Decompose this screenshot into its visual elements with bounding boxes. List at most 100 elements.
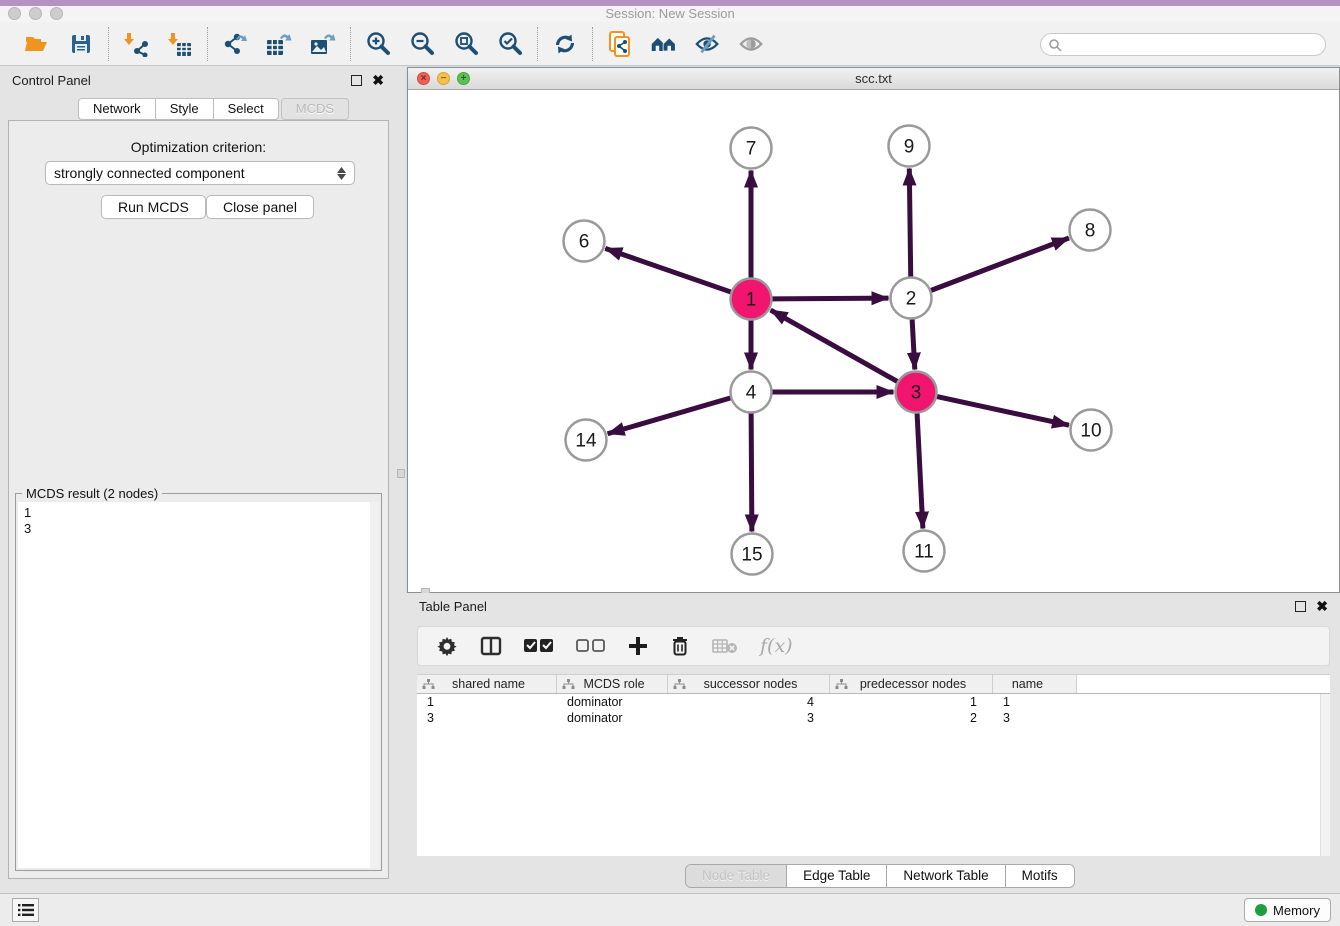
import-table-icon[interactable]: [166, 30, 194, 58]
import-network-icon[interactable]: [122, 30, 150, 58]
optimization-criterion-select[interactable]: strongly connected component: [45, 161, 355, 185]
export-network-icon[interactable]: [221, 30, 249, 58]
column-layout-icon[interactable]: [480, 635, 502, 657]
first-neighbors-icon[interactable]: [650, 30, 678, 58]
graph-edge-3-10[interactable]: [937, 397, 1069, 426]
graph-edge-2-9[interactable]: [909, 168, 910, 276]
graph-node-6[interactable]: 6: [564, 221, 605, 262]
column-header-name[interactable]: name: [993, 675, 1077, 693]
tab-node-table[interactable]: Node Table: [686, 865, 787, 887]
tab-style[interactable]: Style: [155, 98, 213, 120]
table-panel-header: Table Panel ✖: [407, 593, 1340, 619]
tab-edge-table[interactable]: Edge Table: [787, 865, 887, 887]
open-session-icon[interactable]: [23, 30, 51, 58]
graph-node-14[interactable]: 14: [566, 420, 607, 461]
graph-edge-1-2[interactable]: [772, 298, 888, 299]
graph-node-4[interactable]: 4: [731, 372, 772, 413]
tab-network[interactable]: Network: [78, 98, 155, 120]
tab-mcds[interactable]: MCDS: [281, 98, 349, 120]
graph-edge-3-11[interactable]: [917, 413, 923, 528]
control-panel-header: Control Panel ✖: [0, 67, 396, 93]
result-scrollbar[interactable]: [370, 502, 379, 868]
svg-text:9: 9: [904, 137, 915, 158]
table-panel-title: Table Panel: [419, 599, 487, 614]
network-canvas[interactable]: 7 9 6 8 1 2 4 3 14 10 15 11: [408, 90, 1339, 592]
function-builder-icon[interactable]: f(x): [760, 635, 793, 657]
svg-text:15: 15: [741, 545, 762, 566]
column-header-successor-nodes[interactable]: successor nodes: [668, 675, 830, 693]
mcds-result-group: MCDS result (2 nodes) 1 3: [15, 493, 382, 871]
search-field[interactable]: [1040, 33, 1326, 56]
save-session-icon[interactable]: [67, 30, 95, 58]
graph-node-8[interactable]: 8: [1070, 210, 1111, 251]
graph-edge-1-6[interactable]: [605, 248, 730, 292]
graph-edge-3-1[interactable]: [771, 310, 898, 381]
column-header-shared-name[interactable]: shared name: [417, 675, 557, 693]
graph-node-9[interactable]: 9: [889, 126, 930, 167]
table-scrollbar[interactable]: [1320, 694, 1330, 856]
hierarchy-icon: [562, 679, 575, 690]
graph-edges: [605, 168, 1069, 531]
export-image-icon[interactable]: [309, 30, 337, 58]
mcds-panel: Optimization criterion: strongly connect…: [8, 120, 389, 879]
memory-button[interactable]: Memory: [1244, 898, 1331, 922]
node-table[interactable]: shared name MCDS role successor nodes pr…: [417, 674, 1330, 856]
table-settings-icon[interactable]: [436, 635, 458, 657]
window-titlebar: Session: New Session: [0, 0, 1340, 22]
run-mcds-button[interactable]: Run MCDS: [101, 195, 206, 219]
graph-node-10[interactable]: 10: [1071, 410, 1112, 451]
graph-node-7[interactable]: 7: [731, 128, 772, 169]
graph-edge-4-14[interactable]: [608, 398, 731, 434]
tab-motifs[interactable]: Motifs: [1006, 865, 1074, 887]
search-input[interactable]: [1062, 38, 1325, 52]
table-row[interactable]: 1 dominator 4 1 1: [417, 694, 1330, 710]
network-window-titlebar[interactable]: × − + scc.txt: [408, 68, 1339, 90]
deselect-all-icon[interactable]: [576, 638, 606, 654]
graph-node-1[interactable]: 1: [731, 279, 772, 320]
vertical-splitter-grip[interactable]: [397, 469, 405, 478]
table-panel: Table Panel ✖: [407, 593, 1340, 893]
refresh-icon[interactable]: [551, 30, 579, 58]
graph-edge-4-15[interactable]: [751, 413, 752, 531]
hierarchy-icon: [422, 679, 435, 690]
zoom-selected-icon[interactable]: [496, 30, 524, 58]
graph-node-3[interactable]: 3: [896, 372, 937, 413]
float-table-panel-icon[interactable]: [1295, 601, 1306, 612]
hide-selected-icon[interactable]: [694, 30, 722, 58]
mcds-result-list[interactable]: 1 3: [18, 502, 379, 868]
svg-text:1: 1: [746, 290, 757, 311]
delete-table-icon[interactable]: [712, 637, 738, 655]
table-row[interactable]: 3 dominator 3 2 3: [417, 710, 1330, 726]
close-panel-icon[interactable]: ✖: [372, 75, 384, 86]
column-header-predecessor-nodes[interactable]: predecessor nodes: [830, 675, 993, 693]
close-table-panel-icon[interactable]: ✖: [1316, 601, 1328, 612]
zoom-in-icon[interactable]: [364, 30, 392, 58]
select-stepper-icon: [337, 167, 346, 180]
graph-edge-2-3[interactable]: [912, 319, 915, 369]
zoom-out-icon[interactable]: [408, 30, 436, 58]
search-icon: [1048, 38, 1062, 52]
network-view-window: × − + scc.txt 7 9 6 8 1 2 4 3 14 10 15 11: [407, 67, 1340, 593]
zoom-fit-icon[interactable]: [452, 30, 480, 58]
select-all-icon[interactable]: [524, 638, 554, 654]
svg-text:8: 8: [1085, 221, 1096, 242]
tab-network-table[interactable]: Network Table: [887, 865, 1005, 887]
add-column-icon[interactable]: [628, 636, 648, 656]
tab-select[interactable]: Select: [213, 98, 279, 120]
graph-node-11[interactable]: 11: [904, 531, 945, 572]
svg-text:10: 10: [1080, 421, 1101, 442]
show-all-icon[interactable]: [738, 30, 766, 58]
task-history-button[interactable]: [12, 898, 39, 922]
graph-node-2[interactable]: 2: [891, 278, 932, 319]
graph-edge-2-8[interactable]: [931, 238, 1069, 290]
svg-text:11: 11: [914, 542, 934, 563]
duplicate-network-icon[interactable]: [606, 30, 634, 58]
float-panel-icon[interactable]: [351, 75, 362, 86]
close-panel-button[interactable]: Close panel: [206, 195, 314, 219]
export-table-icon[interactable]: [265, 30, 293, 58]
svg-text:14: 14: [575, 431, 597, 452]
column-header-mcds-role[interactable]: MCDS role: [557, 675, 668, 693]
delete-column-icon[interactable]: [670, 635, 690, 657]
svg-text:2: 2: [906, 289, 917, 310]
graph-node-15[interactable]: 15: [732, 534, 773, 575]
